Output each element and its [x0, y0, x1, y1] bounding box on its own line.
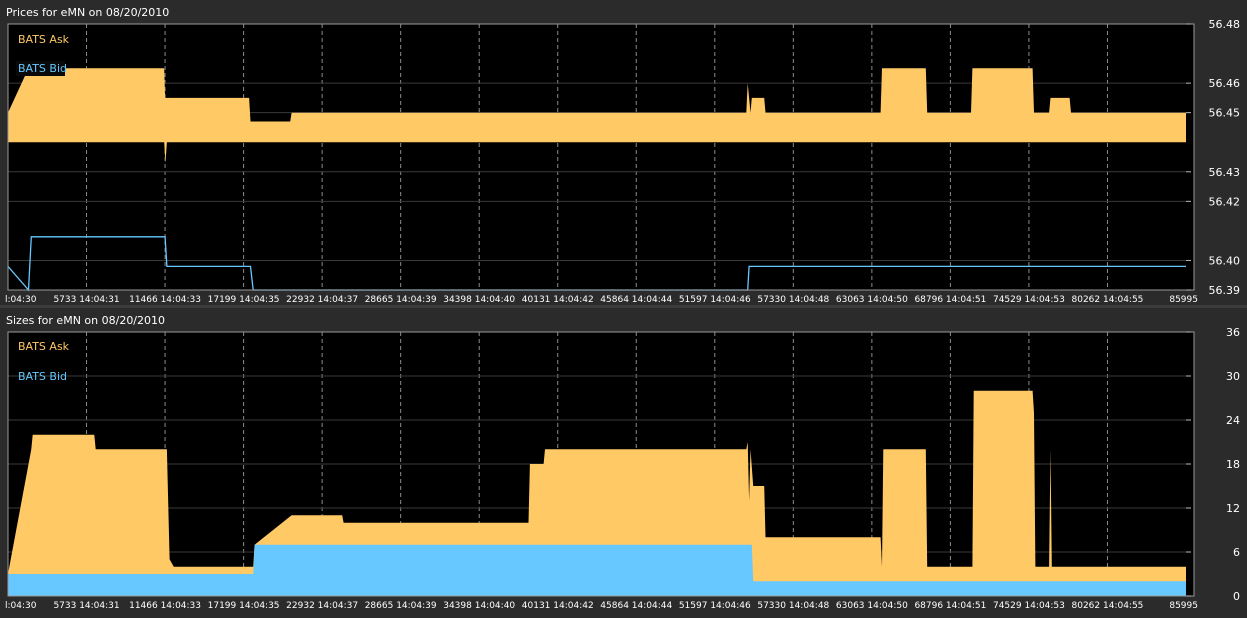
legend-item-ask: BATS Ask	[18, 340, 70, 353]
prices-x-axis: l:04:30 5733 14:04:31 11466 14:04:33 17199 …	[5, 295, 1198, 305]
x-tick-label: 11466 14:04:33	[129, 295, 201, 305]
x-tick-label: 34398 14:04:40	[443, 601, 515, 611]
y-tick-label: 56.45	[1209, 107, 1241, 120]
y-tick-label: 56.39	[1209, 284, 1241, 297]
sizes-panel: Sizes for eMN on 08/20/2010 BATS Ask BAT…	[5, 314, 1240, 611]
x-tick-label: 68796 14:04:51	[914, 295, 986, 305]
x-tick-label: 45864 14:04:44	[600, 295, 672, 305]
y-tick-label: 30	[1226, 370, 1240, 383]
y-tick-label: 24	[1226, 414, 1240, 427]
x-tick-label: 85995	[1169, 601, 1198, 611]
panel-divider	[0, 305, 1247, 308]
x-tick-label: 34398 14:04:40	[443, 295, 515, 305]
y-tick-label: 18	[1226, 458, 1240, 471]
x-tick-label: 28665 14:04:39	[365, 601, 437, 611]
x-tick-label: 5733 14:04:31	[53, 601, 119, 611]
y-tick-label: 56.40	[1209, 254, 1241, 267]
x-tick-label: 17199 14:04:35	[208, 295, 280, 305]
x-tick-label: 22932 14:04:37	[286, 601, 358, 611]
x-tick-label: 40131 14:04:42	[522, 295, 594, 305]
x-tick-label: 85995	[1169, 295, 1198, 305]
x-tick-label: 45864 14:04:44	[600, 601, 672, 611]
y-tick-label: 36	[1226, 326, 1240, 339]
sizes-panel-title: Sizes for eMN on 08/20/2010	[6, 314, 165, 327]
prices-panel: Prices for eMN on 08/20/2010 BATS Ask BA…	[5, 6, 1240, 305]
x-tick-label: 80262 14:04:55	[1072, 295, 1144, 305]
x-tick-label: 74529 14:04:53	[993, 295, 1065, 305]
x-tick-label: 74529 14:04:53	[993, 601, 1065, 611]
chart-window: Prices for eMN on 08/20/2010 BATS Ask BA…	[0, 0, 1247, 614]
x-tick-label: 11466 14:04:33	[129, 601, 201, 611]
chart-canvas: Prices for eMN on 08/20/2010 BATS Ask BA…	[0, 0, 1247, 614]
x-tick-label: 80262 14:04:55	[1072, 601, 1144, 611]
y-tick-label: 56.48	[1209, 18, 1241, 31]
y-tick-label: 56.43	[1209, 166, 1241, 179]
y-tick-label: 0	[1233, 590, 1240, 603]
x-tick-label: 17199 14:04:35	[208, 601, 280, 611]
y-tick-label: 6	[1233, 546, 1240, 559]
x-tick-label: 51597 14:04:46	[679, 601, 751, 611]
x-tick-label: 22932 14:04:37	[286, 295, 358, 305]
legend-item-ask: BATS Ask	[18, 33, 70, 46]
prices-panel-title: Prices for eMN on 08/20/2010	[6, 6, 169, 19]
y-tick-label: 56.42	[1209, 195, 1241, 208]
x-tick-label: 63063 14:04:50	[836, 601, 908, 611]
x-tick-label: 63063 14:04:50	[836, 295, 908, 305]
x-tick-label: 57330 14:04:48	[757, 295, 829, 305]
x-tick-label: l:04:30	[5, 601, 37, 611]
legend-item-bid: BATS Bid	[18, 62, 67, 75]
y-tick-label: 56.46	[1209, 77, 1241, 90]
y-tick-label: 12	[1226, 502, 1240, 515]
x-tick-label: 5733 14:04:31	[53, 295, 119, 305]
sizes-x-axis: l:04:30 5733 14:04:31 11466 14:04:33 17199 …	[5, 601, 1198, 611]
x-tick-label: 40131 14:04:42	[522, 601, 594, 611]
x-tick-label: 68796 14:04:51	[914, 601, 986, 611]
x-tick-label: 28665 14:04:39	[365, 295, 437, 305]
prices-plot-area	[8, 24, 1194, 290]
x-tick-label: 51597 14:04:46	[679, 295, 751, 305]
x-tick-label: 57330 14:04:48	[757, 601, 829, 611]
legend-item-bid: BATS Bid	[18, 370, 67, 383]
x-tick-label: l:04:30	[5, 295, 37, 305]
